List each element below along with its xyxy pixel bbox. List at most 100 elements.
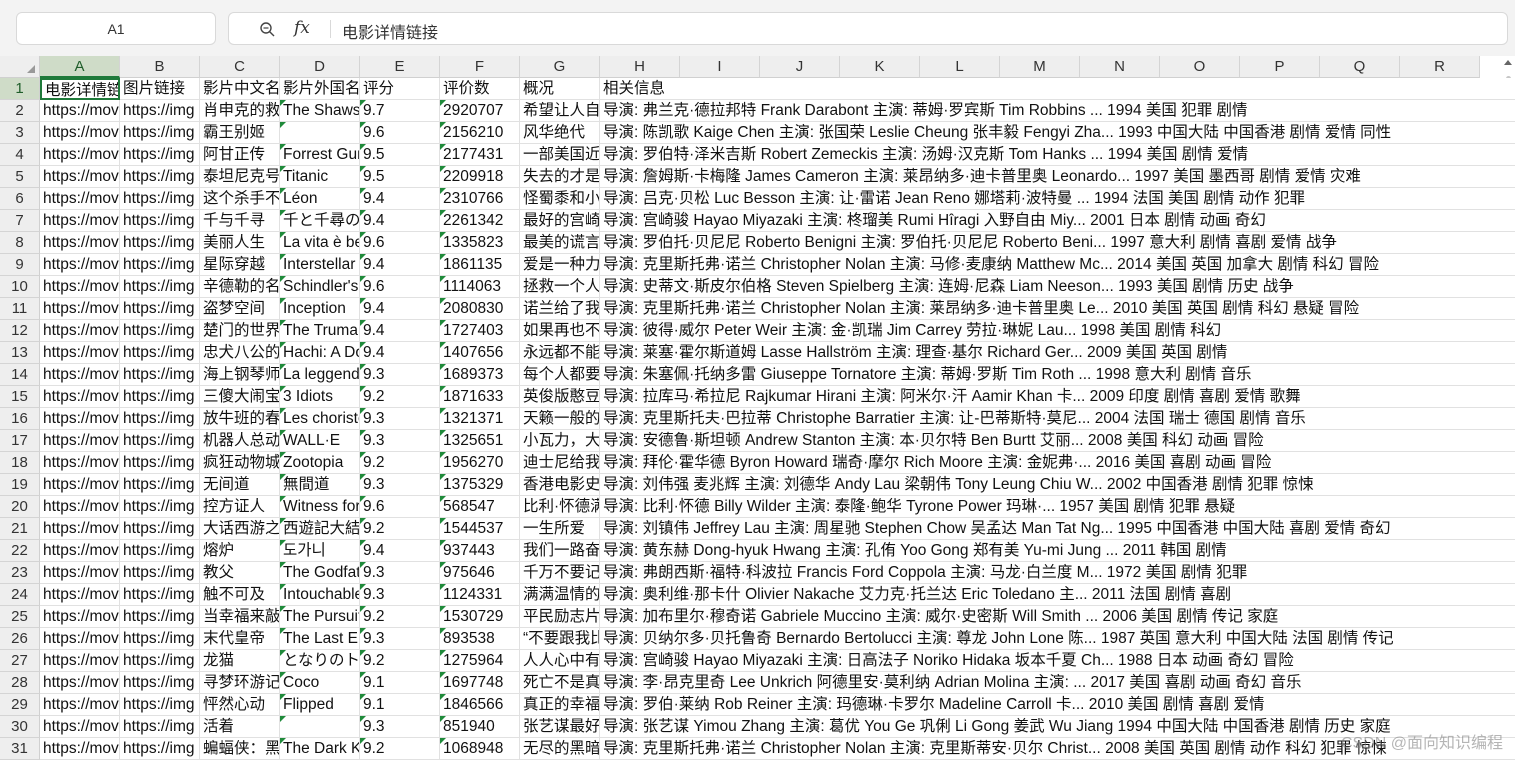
data-cell-d[interactable]: Interstellar [280, 254, 360, 276]
data-cell-h[interactable]: 导演: 克里斯托弗·诺兰 Christopher Nolan 主演: 马修·麦康… [600, 254, 1515, 276]
data-cell-e[interactable]: 9.4 [360, 342, 440, 364]
data-cell-b[interactable]: https://img [120, 408, 200, 430]
data-cell-e[interactable]: 9.2 [360, 738, 440, 760]
data-cell-b[interactable]: https://img [120, 430, 200, 452]
data-cell-a[interactable]: https://mov [40, 452, 120, 474]
data-cell-a[interactable]: https://mov [40, 430, 120, 452]
data-cell-c[interactable]: 忠犬八公的故事 [200, 342, 280, 364]
row-header[interactable]: 19 [0, 474, 40, 496]
data-cell-b[interactable]: https://img [120, 562, 200, 584]
data-cell-b[interactable]: https://img [120, 452, 200, 474]
data-cell-c[interactable]: 放牛班的春天 [200, 408, 280, 430]
data-cell-f[interactable]: 1697748 [440, 672, 520, 694]
column-header-i[interactable]: I [680, 56, 760, 78]
header-cell-c[interactable]: 影片中文名 [200, 78, 280, 100]
data-cell-d[interactable]: Zootopia [280, 452, 360, 474]
row-header[interactable]: 6 [0, 188, 40, 210]
data-cell-a[interactable]: https://mov [40, 166, 120, 188]
data-cell-g[interactable]: 千万不要记恨 [520, 562, 600, 584]
spreadsheet-grid[interactable]: ABCDEFGHIJKLMNOPQR1电影详情链接图片链接影片中文名影片外国名评… [0, 56, 1515, 761]
data-cell-h[interactable]: 导演: 弗朗西斯·福特·科波拉 Francis Ford Coppola 主演:… [600, 562, 1515, 584]
data-cell-f[interactable]: 1275964 [440, 650, 520, 672]
column-header-p[interactable]: P [1240, 56, 1320, 78]
data-cell-f[interactable]: 2261342 [440, 210, 520, 232]
data-cell-g[interactable]: 如果再也不能见到你 [520, 320, 600, 342]
row-header[interactable]: 18 [0, 452, 40, 474]
data-cell-e[interactable]: 9.6 [360, 122, 440, 144]
data-cell-g[interactable]: 我们一路奋战 [520, 540, 600, 562]
data-cell-h[interactable]: 导演: 奥利维·那卡什 Olivier Nakache 艾力克·托兰达 Eric… [600, 584, 1515, 606]
data-cell-g[interactable]: 每个人都要走一条 [520, 364, 600, 386]
data-cell-b[interactable]: https://img [120, 144, 200, 166]
data-cell-g[interactable]: 希望让人自由 [520, 100, 600, 122]
data-cell-c[interactable]: 楚门的世界 [200, 320, 280, 342]
data-cell-e[interactable]: 9.2 [360, 650, 440, 672]
data-cell-b[interactable]: https://img [120, 386, 200, 408]
data-cell-d[interactable]: 無間道 [280, 474, 360, 496]
data-cell-g[interactable]: 永远都不能忘记 [520, 342, 600, 364]
data-cell-h[interactable]: 导演: 宫崎骏 Hayao Miyazaki 主演: 日高法子 Noriko H… [600, 650, 1515, 672]
data-cell-h[interactable]: 导演: 克里斯托夫·巴拉蒂 Christophe Barratier 主演: 让… [600, 408, 1515, 430]
data-cell-c[interactable]: 熔炉 [200, 540, 280, 562]
header-cell-b[interactable]: 图片链接 [120, 78, 200, 100]
data-cell-e[interactable]: 9.2 [360, 386, 440, 408]
data-cell-e[interactable]: 9.3 [360, 562, 440, 584]
data-cell-d[interactable]: Titanic [280, 166, 360, 188]
row-header[interactable]: 2 [0, 100, 40, 122]
data-cell-g[interactable]: 最美的谎言 [520, 232, 600, 254]
data-cell-g[interactable]: 真正的幸福 [520, 694, 600, 716]
data-cell-f[interactable]: 1068948 [440, 738, 520, 760]
data-cell-h[interactable]: 导演: 彼得·威尔 Peter Weir 主演: 金·凯瑞 Jim Carrey… [600, 320, 1515, 342]
data-cell-h[interactable]: 导演: 黄东赫 Dong-hyuk Hwang 主演: 孔侑 Yoo Gong … [600, 540, 1515, 562]
data-cell-a[interactable]: https://mov [40, 144, 120, 166]
row-header[interactable]: 12 [0, 320, 40, 342]
data-cell-b[interactable]: https://img [120, 364, 200, 386]
data-cell-b[interactable]: https://img [120, 298, 200, 320]
row-header[interactable]: 8 [0, 232, 40, 254]
data-cell-a[interactable]: https://mov [40, 738, 120, 760]
data-cell-d[interactable]: 西遊記大結局 [280, 518, 360, 540]
data-cell-h[interactable]: 导演: 吕克·贝松 Luc Besson 主演: 让·雷诺 Jean Reno … [600, 188, 1515, 210]
column-header-m[interactable]: M [1000, 56, 1080, 78]
data-cell-a[interactable]: https://mov [40, 342, 120, 364]
data-cell-e[interactable]: 9.3 [360, 474, 440, 496]
column-header-l[interactable]: L [920, 56, 1000, 78]
data-cell-a[interactable]: https://mov [40, 210, 120, 232]
data-cell-f[interactable]: 1530729 [440, 606, 520, 628]
data-cell-c[interactable]: 教父 [200, 562, 280, 584]
data-cell-d[interactable]: Flipped [280, 694, 360, 716]
data-cell-g[interactable]: 最好的宫崎骏 [520, 210, 600, 232]
data-cell-a[interactable]: https://mov [40, 232, 120, 254]
column-header-c[interactable]: C [200, 56, 280, 78]
data-cell-c[interactable]: 霸王别姬 [200, 122, 280, 144]
row-header[interactable]: 29 [0, 694, 40, 716]
data-cell-b[interactable]: https://img [120, 716, 200, 738]
data-cell-d[interactable]: Inception [280, 298, 360, 320]
data-cell-h[interactable]: 导演: 罗伯托·贝尼尼 Roberto Benigni 主演: 罗伯托·贝尼尼 … [600, 232, 1515, 254]
data-cell-d[interactable]: Schindler's List [280, 276, 360, 298]
data-cell-c[interactable]: 活着 [200, 716, 280, 738]
data-cell-b[interactable]: https://img [120, 122, 200, 144]
data-cell-b[interactable]: https://img [120, 628, 200, 650]
data-cell-e[interactable]: 9.6 [360, 496, 440, 518]
data-cell-f[interactable]: 2156210 [440, 122, 520, 144]
data-cell-h[interactable]: 导演: 安德鲁·斯坦顿 Andrew Stanton 主演: 本·贝尔特 Ben… [600, 430, 1515, 452]
data-cell-d[interactable] [280, 716, 360, 738]
column-header-j[interactable]: J [760, 56, 840, 78]
data-cell-h[interactable]: 导演: 弗兰克·德拉邦特 Frank Darabont 主演: 蒂姆·罗宾斯 T… [600, 100, 1515, 122]
row-header[interactable]: 24 [0, 584, 40, 606]
row-header[interactable]: 22 [0, 540, 40, 562]
column-header-b[interactable]: B [120, 56, 200, 78]
data-cell-f[interactable]: 1375329 [440, 474, 520, 496]
data-cell-g[interactable]: 一部美国近现代史 [520, 144, 600, 166]
data-cell-f[interactable]: 2080830 [440, 298, 520, 320]
data-cell-f[interactable]: 2310766 [440, 188, 520, 210]
data-cell-g[interactable]: 天籁一般的童声 [520, 408, 600, 430]
data-cell-g[interactable]: 拯救一个人 [520, 276, 600, 298]
data-cell-b[interactable]: https://img [120, 188, 200, 210]
header-cell-e[interactable]: 评分 [360, 78, 440, 100]
data-cell-b[interactable]: https://img [120, 672, 200, 694]
data-cell-d[interactable]: WALL·E [280, 430, 360, 452]
data-cell-c[interactable]: 海上钢琴师 [200, 364, 280, 386]
data-cell-g[interactable]: 满满温情的高雅 [520, 584, 600, 606]
